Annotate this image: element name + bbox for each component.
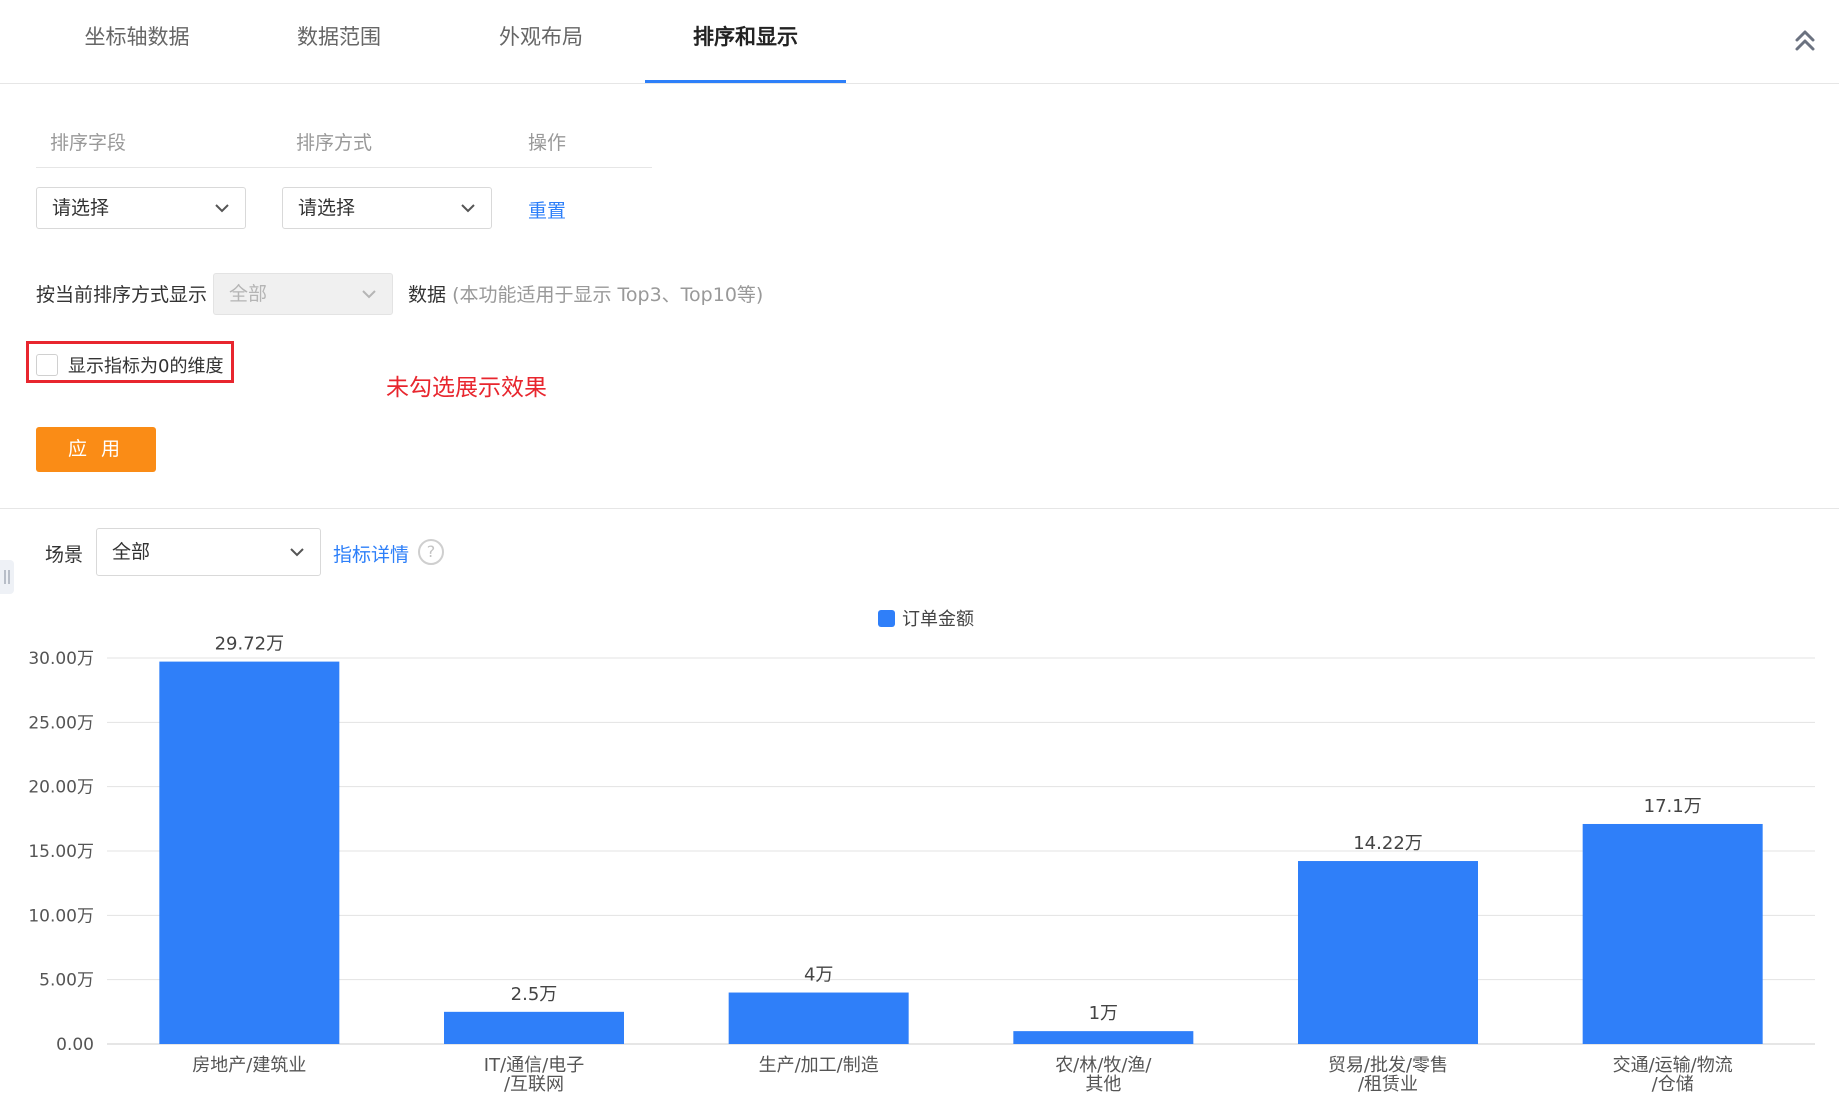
bar bbox=[159, 661, 340, 1044]
help-icon[interactable]: ? bbox=[418, 539, 444, 565]
display-suffix-text: 数据 bbox=[408, 284, 447, 306]
scene-select[interactable]: 全部 bbox=[96, 528, 321, 576]
show-zero-dimension-label[interactable]: 显示指标为0的维度 bbox=[68, 352, 223, 378]
chevron-down-icon bbox=[461, 204, 475, 213]
y-tick-label: 5.00万 bbox=[39, 971, 94, 991]
active-tab-indicator bbox=[645, 80, 846, 83]
sort-order-value: 请选择 bbox=[298, 197, 356, 219]
sort-order-select[interactable]: 请选择 bbox=[282, 187, 492, 229]
x-tick-label: /互联网 bbox=[504, 1074, 564, 1095]
config-tabs: 坐标轴数据 数据范围 外观布局 排序和显示 bbox=[0, 0, 1839, 84]
header-sort-field: 排序字段 bbox=[50, 132, 127, 154]
order-amount-bar-chart: 0.00 5.00万 10.00万 15.00万 20.00万 25.00万 30.00万 订… bbox=[28, 609, 1815, 1095]
y-tick-label: 20.00万 bbox=[28, 778, 94, 798]
show-zero-dimension-checkbox[interactable] bbox=[36, 354, 58, 376]
section-divider bbox=[0, 508, 1839, 509]
bar bbox=[444, 1011, 624, 1044]
x-tick-label: /仓储 bbox=[1652, 1074, 1694, 1095]
sort-table-header: 排序字段 排序方式 操作 bbox=[36, 126, 652, 168]
display-scope-value: 全部 bbox=[229, 283, 268, 305]
sort-field-value: 请选择 bbox=[52, 197, 110, 219]
chevron-down-icon bbox=[215, 204, 229, 213]
data-label: 14.22万 bbox=[1353, 833, 1423, 854]
x-tick-label: 房地产/建筑业 bbox=[192, 1055, 306, 1076]
annotation-note: 未勾选展示效果 bbox=[386, 375, 547, 401]
scene-value: 全部 bbox=[112, 541, 151, 563]
data-label: 4万 bbox=[804, 965, 833, 986]
reset-link[interactable]: 重置 bbox=[528, 196, 566, 223]
x-tick-label: 其他 bbox=[1085, 1074, 1121, 1095]
tab-sort-display[interactable]: 排序和显示 bbox=[645, 0, 846, 84]
y-tick-label: 25.00万 bbox=[28, 713, 94, 733]
panel-resize-handle[interactable] bbox=[0, 560, 14, 594]
x-tick-label: IT/通信/电子 bbox=[484, 1055, 584, 1076]
x-tick-label: 交通/运输/物流 bbox=[1613, 1055, 1733, 1076]
bar bbox=[728, 992, 909, 1044]
display-hint: (本功能适用于显示 Top3、Top10等) bbox=[452, 284, 764, 306]
legend-swatch bbox=[878, 610, 895, 627]
tab-data-range[interactable]: 数据范围 bbox=[238, 0, 440, 84]
bar bbox=[1582, 823, 1763, 1044]
y-tick-label: 30.00万 bbox=[28, 649, 94, 669]
bar bbox=[1298, 861, 1478, 1044]
x-tick-label: 农/林/牧/渔/ bbox=[1055, 1055, 1152, 1076]
display-scope-select[interactable]: 全部 bbox=[213, 273, 393, 315]
chevron-down-icon bbox=[362, 290, 376, 299]
bar bbox=[1013, 1031, 1194, 1044]
tab-axis-data[interactable]: 坐标轴数据 bbox=[36, 0, 238, 84]
y-tick-label: 10.00万 bbox=[28, 906, 94, 926]
data-label: 2.5万 bbox=[511, 984, 558, 1005]
metric-detail-link[interactable]: 指标详情 bbox=[333, 540, 409, 567]
sort-field-select[interactable]: 请选择 bbox=[36, 187, 246, 229]
display-suffix: 数据 (本功能适用于显示 Top3、Top10等) bbox=[408, 280, 763, 307]
data-label: 1万 bbox=[1089, 1003, 1118, 1024]
y-tick-label: 15.00万 bbox=[28, 842, 94, 862]
legend-label: 订单金额 bbox=[902, 609, 974, 630]
apply-button[interactable]: 应 用 bbox=[36, 427, 156, 472]
x-tick-label: 贸易/批发/零售 bbox=[1328, 1055, 1448, 1076]
x-tick-label: 生产/加工/制造 bbox=[759, 1055, 879, 1076]
header-sort-order: 排序方式 bbox=[296, 132, 373, 154]
chevron-down-icon bbox=[290, 548, 304, 557]
data-label: 17.1万 bbox=[1644, 796, 1702, 817]
scene-label: 场景 bbox=[45, 544, 84, 566]
y-tick-label: 0.00 bbox=[56, 1035, 94, 1055]
x-tick-label: /租赁业 bbox=[1358, 1074, 1418, 1095]
data-label: 29.72万 bbox=[215, 634, 285, 655]
display-by-order-label: 按当前排序方式显示 bbox=[36, 284, 208, 306]
header-actions: 操作 bbox=[528, 132, 567, 154]
collapse-up-icon[interactable] bbox=[1791, 26, 1819, 54]
tab-appearance-layout[interactable]: 外观布局 bbox=[440, 0, 642, 84]
